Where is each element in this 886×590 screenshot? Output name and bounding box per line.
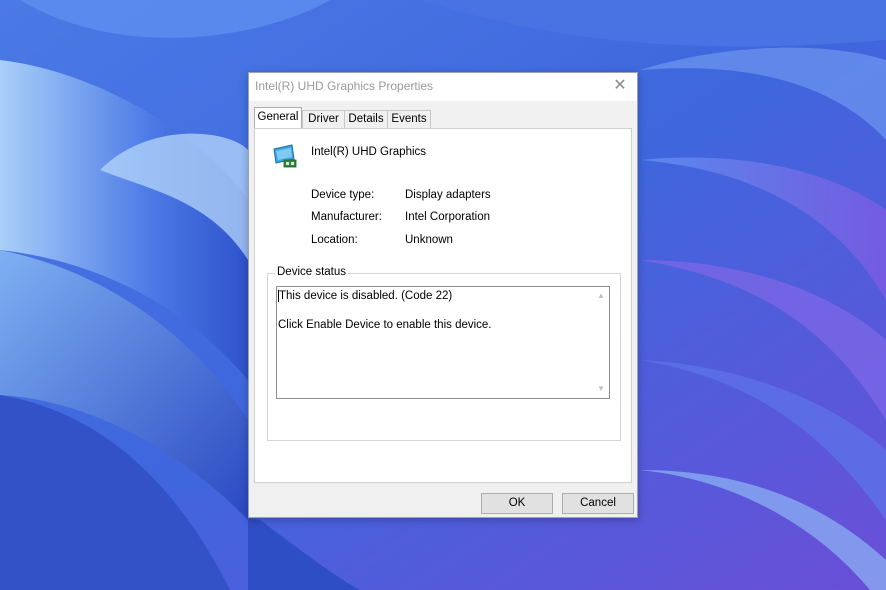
tab-general[interactable]: General [254,107,302,128]
cancel-button[interactable]: Cancel [562,493,634,514]
close-icon: ✕ [613,77,627,94]
device-name: Intel(R) UHD Graphics [311,146,427,158]
tab-details[interactable]: Details [344,110,388,128]
close-button[interactable]: ✕ [607,75,633,97]
device-status-title: Device status [275,266,349,278]
status-line-2: Click Enable Device to enable this devic… [278,319,492,331]
device-status-textbox[interactable]: This device is disabled. (Code 22) Click… [276,286,610,399]
scroll-up-icon[interactable]: ▲ [595,290,607,302]
tab-events[interactable]: Events [387,110,431,128]
tab-driver[interactable]: Driver [302,110,345,128]
dialog-titlebar[interactable]: Intel(R) UHD Graphics Properties ✕ [249,73,637,101]
location-label: Location: [311,234,358,246]
status-line-1: This device is disabled. (Code 22) [278,290,453,302]
device-status-group: Device status This device is disabled. (… [267,266,621,441]
location-value: Unknown [405,234,453,246]
manufacturer-value: Intel Corporation [405,211,491,223]
manufacturer-label: Manufacturer: [311,211,382,223]
properties-dialog: Intel(R) UHD Graphics Properties ✕ Drive… [248,72,638,518]
display-adapter-icon [273,144,297,168]
device-type-label: Device type: [311,189,375,201]
scroll-down-icon[interactable]: ▼ [595,383,607,395]
dialog-title: Intel(R) UHD Graphics Properties [255,79,434,93]
ok-button[interactable]: OK [481,493,553,514]
general-tab-panel: Intel(R) UHD Graphics Device type: Displ… [254,128,632,483]
device-type-value: Display adapters [405,189,491,201]
